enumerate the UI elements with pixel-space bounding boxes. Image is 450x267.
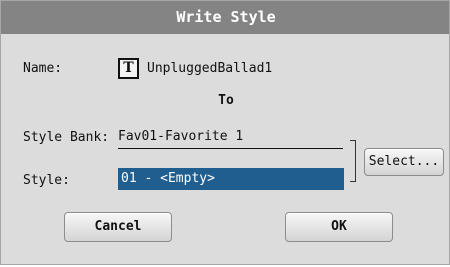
dialog-title: Write Style xyxy=(1,1,449,34)
ok-button[interactable]: OK xyxy=(285,212,393,242)
name-value[interactable]: UnpluggedBallad1 xyxy=(147,61,272,76)
bracket-divider xyxy=(350,140,356,182)
select-button[interactable]: Select... xyxy=(364,148,444,176)
style-bank-label: Style Bank: xyxy=(23,130,110,145)
text-edit-icon[interactable]: T xyxy=(118,58,139,79)
style-bank-field[interactable]: Fav01-Favorite 1 xyxy=(118,128,343,149)
to-label: To xyxy=(218,93,234,108)
style-field[interactable]: 01 - <Empty> xyxy=(118,168,344,190)
write-style-dialog: Write Style Name: T UnpluggedBallad1 To … xyxy=(0,0,450,265)
cancel-button[interactable]: Cancel xyxy=(64,212,172,242)
name-label: Name: xyxy=(23,61,63,76)
style-label: Style: xyxy=(23,173,70,188)
